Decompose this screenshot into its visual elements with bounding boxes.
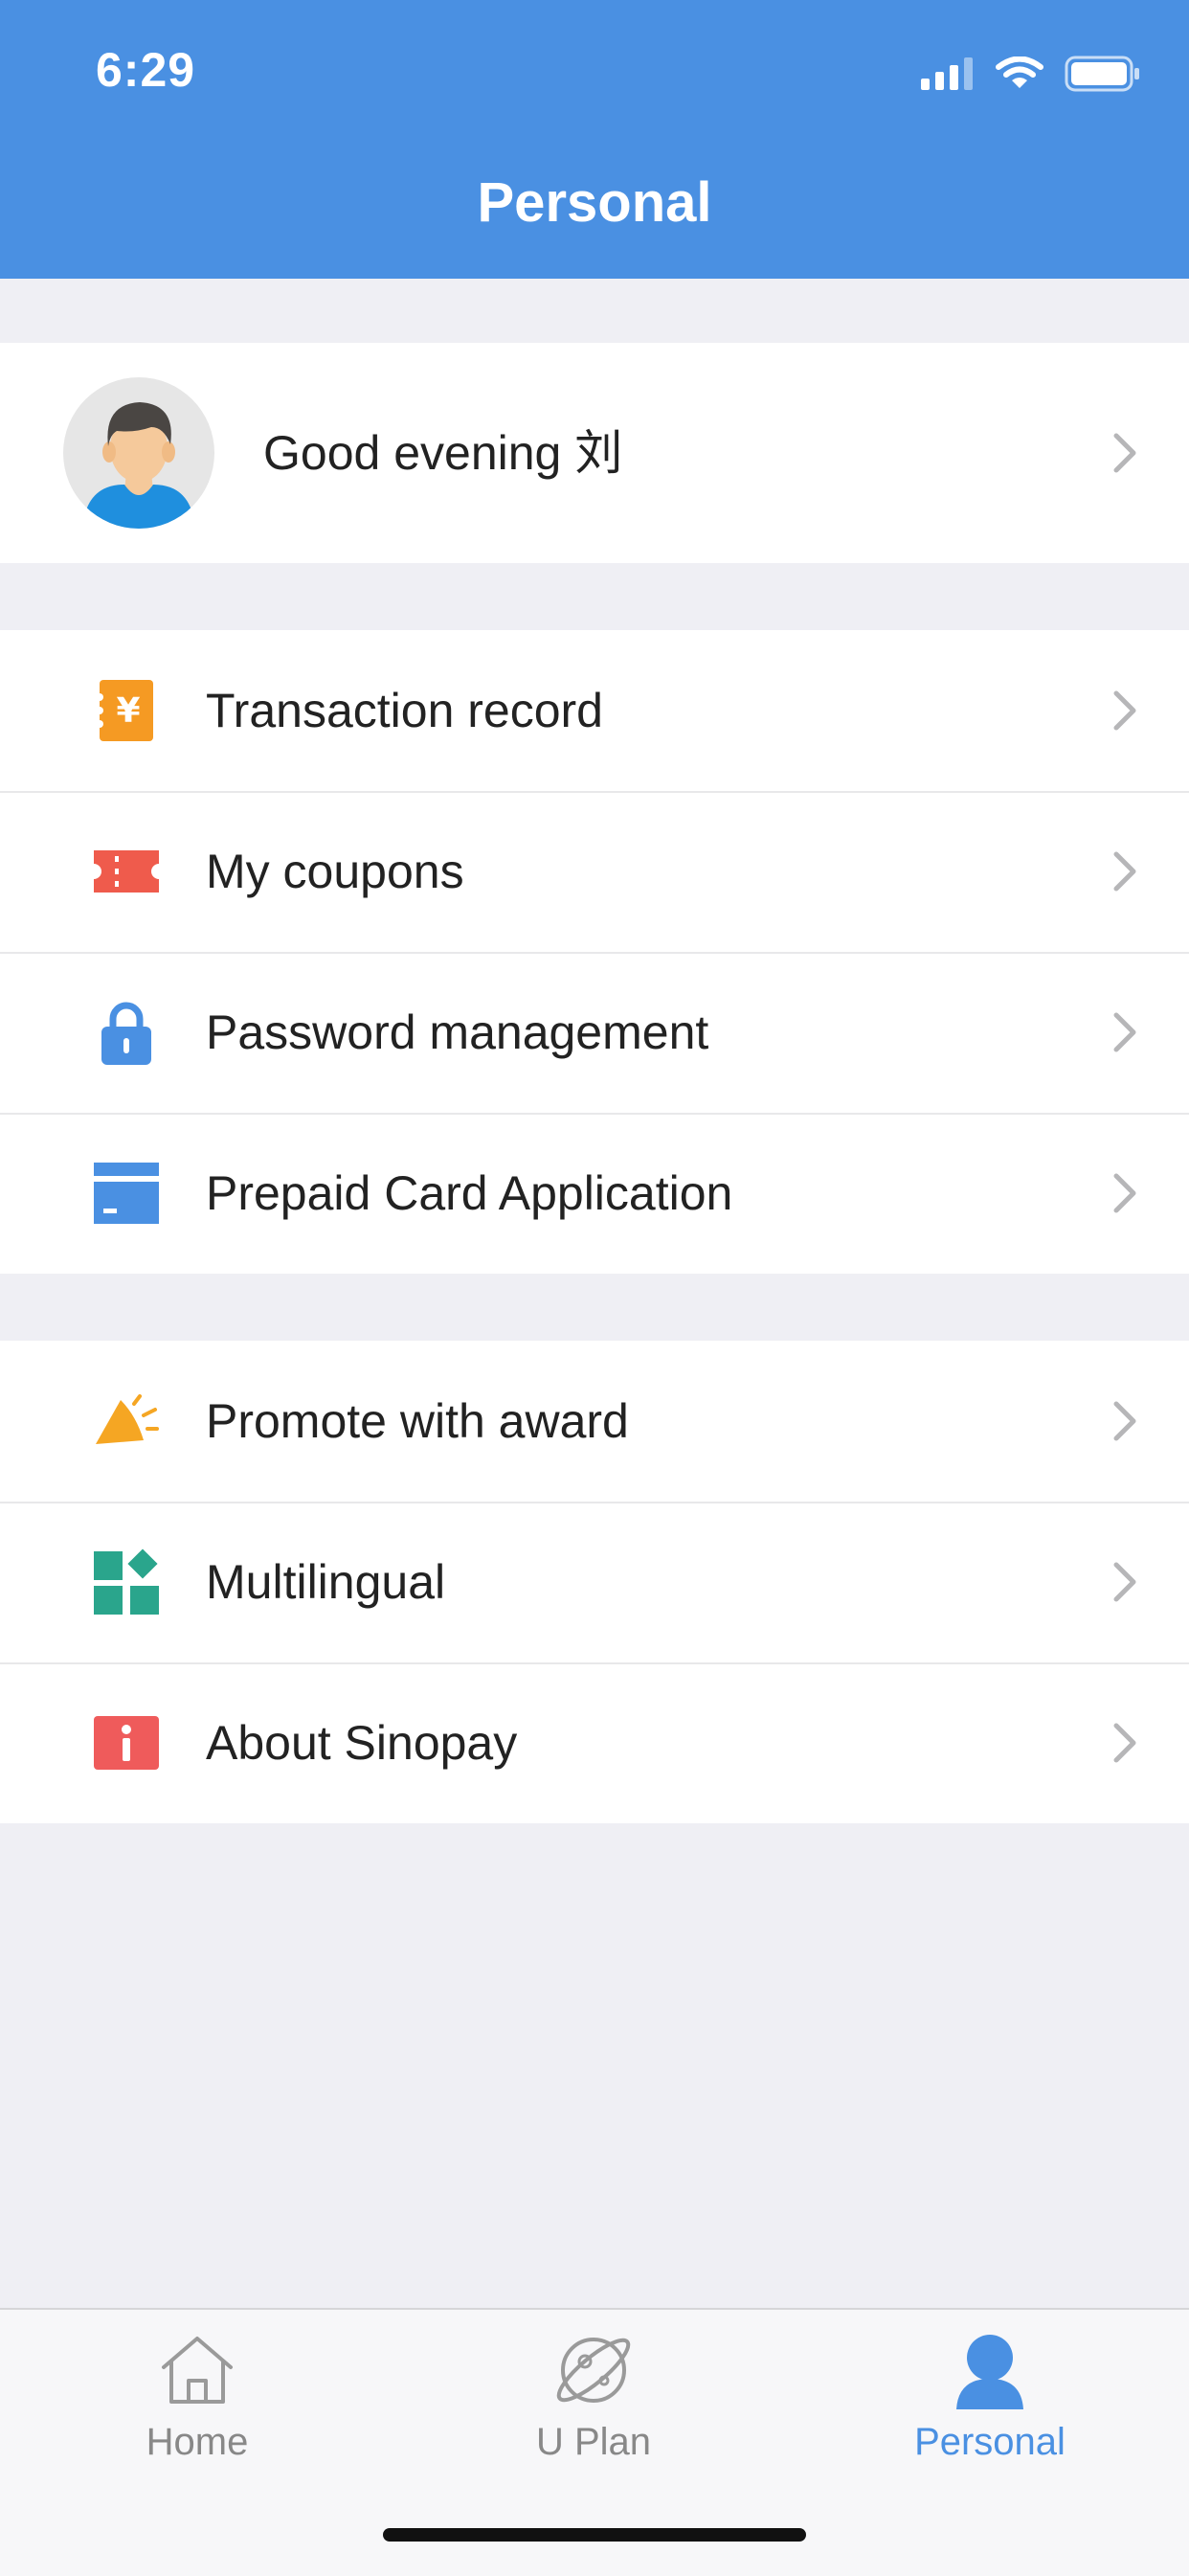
ticket-icon xyxy=(94,850,159,893)
menu-item-password-management[interactable]: Password management xyxy=(0,952,1189,1113)
tab-label: U Plan xyxy=(535,2421,652,2463)
tab-label: Home xyxy=(146,2421,249,2463)
menu-item-transaction-record[interactable]: ¥ Transaction record xyxy=(0,630,1189,791)
page-title: Personal xyxy=(477,171,712,234)
header-bar: 6:29 Personal xyxy=(0,0,1189,279)
chevron-right-icon xyxy=(1113,690,1136,731)
menu-item-label: About Sinopay xyxy=(206,1716,518,1770)
menu-group-more: Promote with award Multilingual About Si… xyxy=(0,1341,1189,1823)
menu-item-label: Transaction record xyxy=(206,684,603,737)
menu-item-promote-with-award[interactable]: Promote with award xyxy=(0,1341,1189,1502)
greeting-text: Good evening 刘 xyxy=(263,426,623,480)
cellular-signal-icon xyxy=(921,57,973,90)
chevron-right-icon xyxy=(1113,1173,1136,1213)
chevron-right-icon xyxy=(1113,1401,1136,1441)
house-icon xyxy=(162,2337,233,2404)
chevron-right-icon xyxy=(1113,1723,1136,1763)
menu-item-label: My coupons xyxy=(206,845,464,898)
menu-group-account: ¥ Transaction record My coupons Password… xyxy=(0,630,1189,1274)
planet-icon xyxy=(556,2338,631,2403)
chevron-right-icon xyxy=(1113,1012,1136,1052)
tab-label: Personal xyxy=(914,2421,1066,2463)
menu-item-label: Password management xyxy=(206,1006,709,1059)
card-icon xyxy=(94,1163,159,1224)
battery-icon xyxy=(1065,56,1139,92)
profile-row[interactable]: Good evening 刘 xyxy=(0,343,1189,563)
person-icon xyxy=(956,2335,1023,2409)
menu-item-label: Prepaid Card Application xyxy=(206,1166,733,1220)
home-indicator xyxy=(383,2528,806,2542)
menu-item-my-coupons[interactable]: My coupons xyxy=(0,791,1189,952)
svg-text:¥: ¥ xyxy=(116,691,140,731)
user-avatar xyxy=(63,377,214,529)
wifi-icon xyxy=(996,56,1043,88)
status-icons xyxy=(921,50,1141,98)
menu-item-multilingual[interactable]: Multilingual xyxy=(0,1502,1189,1662)
tab-u-plan[interactable]: U Plan xyxy=(450,2329,737,2464)
menu-item-about-sinopay[interactable]: About Sinopay xyxy=(0,1662,1189,1823)
menu-item-label: Multilingual xyxy=(206,1555,446,1609)
info-icon xyxy=(94,1716,159,1770)
status-time: 6:29 xyxy=(96,43,196,97)
tab-home[interactable]: Home xyxy=(54,2329,341,2464)
chevron-right-icon xyxy=(1113,433,1136,473)
lock-icon xyxy=(101,1002,151,1065)
megaphone-icon xyxy=(96,1394,159,1444)
tab-personal[interactable]: Personal xyxy=(846,2329,1133,2464)
yuan-receipt-icon: ¥ xyxy=(96,680,153,741)
chevron-right-icon xyxy=(1113,851,1136,892)
chevron-right-icon xyxy=(1113,1562,1136,1602)
menu-item-prepaid-card-application[interactable]: Prepaid Card Application xyxy=(0,1113,1189,1274)
menu-item-label: Promote with award xyxy=(206,1394,629,1448)
apps-grid-icon xyxy=(94,1548,159,1615)
